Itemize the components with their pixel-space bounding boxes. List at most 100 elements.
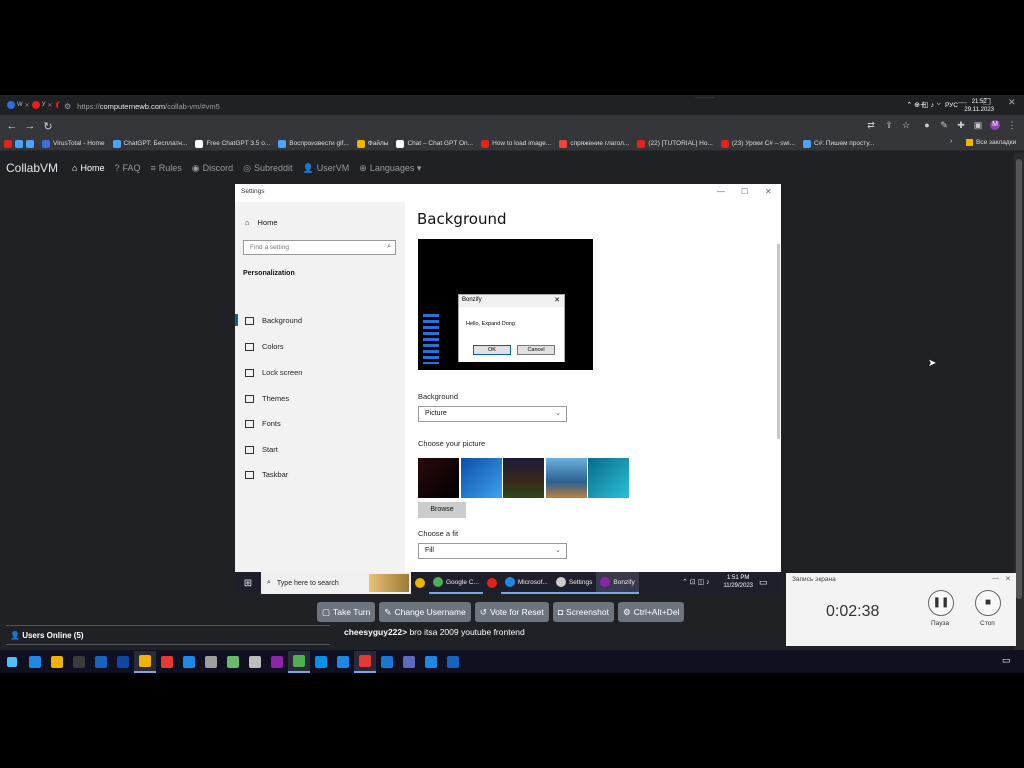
- screenshot-button[interactable]: ◘ Screenshot: [552, 602, 614, 622]
- browse-button[interactable]: Browse: [418, 502, 466, 518]
- picture-thumbnail[interactable]: [588, 458, 629, 498]
- minimize-icon[interactable]: —: [992, 575, 999, 582]
- bookmarks-overflow-icon[interactable]: ›: [950, 138, 952, 145]
- host-app-icon[interactable]: [244, 651, 266, 673]
- sidebar-item-background[interactable]: Background: [245, 316, 302, 325]
- bookmark-item[interactable]: VirusTotal - Home: [42, 139, 105, 148]
- bookmark-item[interactable]: How to load image...: [481, 139, 551, 148]
- nav-languages[interactable]: ⊕ Languages ▾: [359, 163, 421, 174]
- star-icon[interactable]: ☆: [901, 120, 911, 130]
- bookmark-item[interactable]: (22) [TUTORIAL] Ho...: [637, 139, 713, 148]
- language-indicator[interactable]: РУС: [945, 102, 958, 109]
- reload-icon[interactable]: ↻: [39, 120, 57, 133]
- sidebar-item-colors[interactable]: Colors: [245, 342, 284, 351]
- change-username-button[interactable]: ✎ Change Username: [379, 602, 471, 622]
- browser-tab[interactable]: W ✕: [4, 97, 30, 113]
- bookmark-item[interactable]: Файлы: [356, 139, 388, 148]
- fit-select[interactable]: Fill ⌄: [418, 543, 567, 559]
- host-clock[interactable]: 21:52 29.11.2023: [964, 98, 994, 114]
- bookmark-item[interactable]: (23) Уроки C# – swi...: [720, 139, 795, 148]
- host-app-icon[interactable]: [376, 651, 398, 673]
- nav-subreddit[interactable]: ◎ Subreddit: [243, 163, 292, 174]
- host-app-icon[interactable]: [420, 651, 442, 673]
- extension-icon[interactable]: ●: [922, 120, 932, 130]
- bookmark-item[interactable]: Free ChatGPT 3.5 o...: [195, 139, 270, 148]
- nav-discord[interactable]: ◉ Discord: [192, 163, 233, 174]
- vm-taskbar-app[interactable]: [411, 572, 429, 594]
- picture-thumbnail[interactable]: [460, 458, 502, 498]
- host-app-icon[interactable]: [288, 650, 310, 673]
- bookmark-item[interactable]: спряжение глагол...: [559, 139, 629, 148]
- host-app-icon[interactable]: [398, 651, 420, 673]
- chevron-down-icon[interactable]: ⌄: [935, 97, 943, 108]
- ctrl-alt-del-button[interactable]: ⚙ Ctrl+Alt+Del: [617, 602, 685, 622]
- find-setting-input[interactable]: Find a setting ⌕: [243, 240, 396, 255]
- puzzle-icon[interactable]: ✚: [956, 120, 966, 130]
- bookmark-item[interactable]: ChatGPT: Бесплатн...: [112, 139, 187, 148]
- nav-home[interactable]: ⌂ Home: [72, 163, 104, 173]
- host-app-icon[interactable]: [156, 651, 178, 673]
- nav-rules[interactable]: ≡ Rules: [151, 163, 182, 173]
- all-bookmarks[interactable]: Все закладки: [966, 139, 1016, 146]
- minimize-icon[interactable]: —: [717, 187, 725, 196]
- profile-avatar[interactable]: M: [990, 120, 1000, 130]
- sidebar-item-fonts[interactable]: Fonts: [245, 419, 281, 428]
- bookmark-item[interactable]: Chat – Chat GPT On...: [396, 139, 473, 148]
- translate-icon[interactable]: ⇄: [866, 120, 876, 130]
- vm-taskbar-app[interactable]: Microsof...: [500, 572, 552, 594]
- notification-icon[interactable]: ▭: [759, 577, 768, 588]
- pause-button[interactable]: ❚❚: [928, 590, 954, 616]
- sidebar-item-themes[interactable]: Themes: [245, 394, 289, 403]
- vm-taskbar-app[interactable]: Settings: [551, 572, 597, 594]
- picture-thumbnail[interactable]: [545, 458, 587, 498]
- notification-icon[interactable]: ▭: [1002, 655, 1011, 666]
- bookmark-item[interactable]: C#: Пишем просту...: [802, 139, 874, 148]
- host-app-icon[interactable]: [310, 651, 332, 673]
- host-app-icon[interactable]: [90, 651, 112, 673]
- host-app-icon[interactable]: [354, 650, 376, 673]
- brand-logo[interactable]: CollabVM: [6, 161, 58, 175]
- edit-icon[interactable]: ✎: [939, 120, 949, 130]
- close-icon[interactable]: ✕: [1008, 97, 1016, 108]
- background-select[interactable]: Picture ⌄: [418, 406, 567, 422]
- sidebar-item-lock-screen[interactable]: Lock screen: [245, 368, 302, 377]
- vm-taskbar-app[interactable]: Google C...: [429, 572, 483, 594]
- vm-taskbar-app[interactable]: [483, 572, 501, 594]
- bookmark-item[interactable]: Воспроизвести gif...: [278, 139, 349, 148]
- host-app-icon[interactable]: [332, 651, 354, 673]
- address-bar[interactable]: ⚙ https://computernewb.com/collab-vm/#vm…: [58, 98, 913, 114]
- host-tray-icons[interactable]: ⌃ ⊕ ◫ ♪: [906, 101, 934, 109]
- take-turn-button[interactable]: ▢ Take Turn: [317, 602, 376, 622]
- host-app-icon[interactable]: [200, 651, 222, 673]
- vm-screen[interactable]: Settings — ☐ ✕ ⌂ Home Find a setting ⌕ P…: [235, 184, 781, 594]
- windows-start-icon[interactable]: ⊞: [235, 578, 261, 589]
- settings-scrollbar[interactable]: [777, 244, 780, 439]
- sidebar-item-taskbar[interactable]: Taskbar: [245, 470, 288, 479]
- picture-thumbnail[interactable]: [418, 458, 459, 498]
- sidebar-item-start[interactable]: Start: [245, 445, 278, 454]
- tune-icon[interactable]: ⚙: [64, 102, 71, 111]
- nav-faq[interactable]: ? FAQ: [114, 163, 140, 173]
- host-app-icon[interactable]: [46, 651, 68, 673]
- sidebar-item-home[interactable]: ⌂ Home: [245, 218, 278, 227]
- nav-uservm[interactable]: 👤 UserVM: [303, 163, 350, 174]
- stop-button[interactable]: ■: [975, 590, 1001, 616]
- menu-kebab-icon[interactable]: ⋮: [1007, 120, 1017, 130]
- users-online-header[interactable]: 👤 Users Online (5): [6, 625, 330, 645]
- host-app-icon[interactable]: [266, 651, 288, 673]
- sidepanel-icon[interactable]: ▣: [973, 120, 983, 130]
- picture-thumbnail[interactable]: [503, 458, 544, 498]
- host-app-icon[interactable]: [134, 650, 156, 673]
- apps-icon[interactable]: [4, 139, 34, 148]
- share-icon[interactable]: ⇪: [884, 120, 894, 130]
- vote-for-reset-button[interactable]: ↺ Vote for Reset: [474, 602, 549, 622]
- browser-tab[interactable]: У✕: [29, 97, 54, 113]
- vm-clock[interactable]: 1:51 PM 11/29/2023: [723, 574, 753, 590]
- back-arrow-icon[interactable]: ←: [3, 120, 21, 132]
- scrollbar-thumb[interactable]: [1016, 159, 1022, 599]
- host-app-icon[interactable]: [178, 651, 200, 673]
- vm-taskbar-app[interactable]: Bonzify: [596, 572, 639, 594]
- close-icon[interactable]: ✕: [1005, 575, 1011, 583]
- host-app-icon[interactable]: [24, 651, 46, 673]
- vm-search-box[interactable]: ⌕ Type here to search: [261, 572, 411, 594]
